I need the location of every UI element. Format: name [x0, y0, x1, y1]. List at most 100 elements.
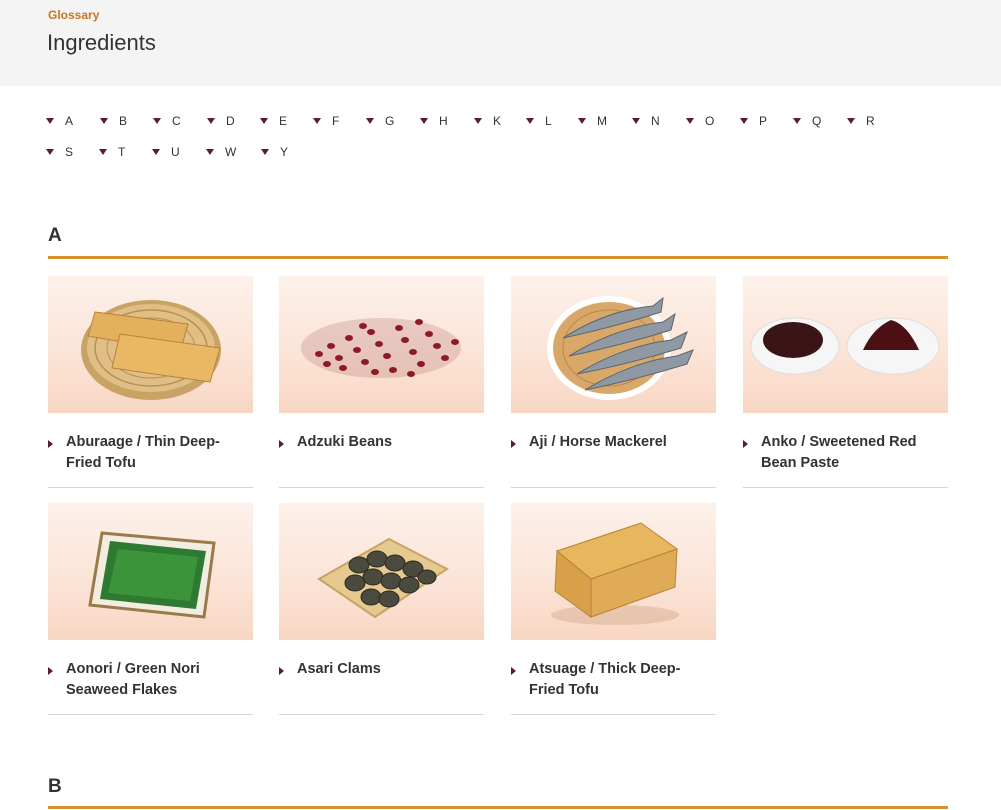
caret-down-icon: [99, 149, 107, 155]
caret-down-icon: [261, 149, 269, 155]
section-divider: [48, 256, 948, 259]
anko-photo: [743, 276, 948, 413]
caret-down-icon: [313, 118, 321, 124]
aji-photo: [511, 276, 716, 413]
section-divider: [48, 806, 948, 809]
caret-down-icon: [578, 118, 586, 124]
caret-down-icon: [474, 118, 482, 124]
alpha-link-p[interactable]: P: [740, 112, 767, 130]
caret-right-icon: [48, 667, 53, 675]
alpha-link-q[interactable]: Q: [793, 112, 821, 130]
caret-right-icon: [511, 440, 516, 448]
ingredient-card-aonori[interactable]: Aonori / Green Nori Seaweed Flakes: [48, 503, 253, 715]
alpha-letter: O: [705, 114, 715, 128]
ingredient-label: Asari Clams: [297, 661, 381, 677]
caret-down-icon: [847, 118, 855, 124]
adzuki-photo: [279, 276, 484, 413]
caret-right-icon: [511, 667, 516, 675]
ingredient-card-aji[interactable]: Aji / Horse Mackerel: [511, 276, 716, 488]
caret-right-icon: [279, 667, 284, 675]
caret-down-icon: [207, 118, 215, 124]
ingredient-label: Atsuage / Thick Deep-Fried Tofu: [529, 661, 681, 698]
alpha-letter: P: [759, 114, 768, 128]
alpha-letter: Q: [812, 114, 822, 128]
alpha-link-u[interactable]: U: [152, 143, 180, 161]
alpha-link-e[interactable]: E: [260, 112, 287, 130]
section-heading-b: B: [48, 776, 62, 797]
alpha-letter: S: [65, 145, 74, 159]
alpha-letter: H: [439, 114, 448, 128]
aburaage-photo: [48, 276, 253, 413]
caret-down-icon: [420, 118, 428, 124]
alpha-link-a[interactable]: A: [46, 112, 73, 130]
ingredient-label: Anko / Sweetened Red Bean Paste: [761, 434, 917, 471]
alpha-link-r[interactable]: R: [847, 112, 875, 130]
ingredient-label: Adzuki Beans: [297, 434, 393, 450]
alpha-letter: Y: [280, 145, 289, 159]
page-header: Glossary Ingredients: [0, 0, 1001, 86]
caret-down-icon: [260, 118, 268, 124]
caret-down-icon: [740, 118, 748, 124]
alpha-letter: C: [172, 114, 181, 128]
caret-down-icon: [46, 118, 54, 124]
alphabet-row-2: S T U W Y: [46, 143, 946, 174]
caret-right-icon: [279, 440, 284, 448]
alpha-letter: R: [866, 114, 875, 128]
alpha-link-g[interactable]: G: [366, 112, 394, 130]
alpha-link-o[interactable]: O: [686, 112, 714, 130]
ingredient-card-asari[interactable]: Asari Clams: [279, 503, 484, 715]
aonori-photo: [48, 503, 253, 640]
alpha-link-h[interactable]: H: [420, 112, 448, 130]
alpha-link-c[interactable]: C: [153, 112, 181, 130]
ingredient-card-aburaage[interactable]: Aburaage / Thin Deep-Fried Tofu: [48, 276, 253, 488]
section-heading-a: A: [48, 225, 62, 246]
alpha-letter: L: [545, 114, 552, 128]
ingredient-label: Aburaage / Thin Deep-Fried Tofu: [66, 434, 220, 471]
alpha-letter: F: [332, 114, 340, 128]
alpha-letter: W: [225, 145, 237, 159]
alpha-link-t[interactable]: T: [99, 143, 125, 161]
alpha-letter: E: [279, 114, 288, 128]
caret-down-icon: [100, 118, 108, 124]
alpha-letter: N: [651, 114, 660, 128]
alpha-letter: M: [597, 114, 607, 128]
alpha-link-s[interactable]: S: [46, 143, 73, 161]
alpha-letter: B: [119, 114, 128, 128]
caret-down-icon: [632, 118, 640, 124]
alpha-link-d[interactable]: D: [207, 112, 235, 130]
ingredient-card-atsuage[interactable]: Atsuage / Thick Deep-Fried Tofu: [511, 503, 716, 715]
atsuage-photo: [511, 503, 716, 640]
alpha-letter: G: [385, 114, 395, 128]
caret-down-icon: [206, 149, 214, 155]
caret-down-icon: [366, 118, 374, 124]
alpha-letter: K: [493, 114, 502, 128]
caret-down-icon: [152, 149, 160, 155]
alpha-link-w[interactable]: W: [206, 143, 236, 161]
caret-down-icon: [526, 118, 534, 124]
asari-photo: [279, 503, 484, 640]
caret-down-icon: [793, 118, 801, 124]
alpha-link-l[interactable]: L: [526, 112, 552, 130]
caret-down-icon: [46, 149, 54, 155]
alpha-link-y[interactable]: Y: [261, 143, 288, 161]
alphabet-nav: A B C D E F G H K L M N O P Q R S T U W …: [46, 112, 946, 174]
ingredient-label: Aji / Horse Mackerel: [529, 434, 667, 450]
ingredient-card-anko[interactable]: Anko / Sweetened Red Bean Paste: [743, 276, 948, 488]
alpha-link-n[interactable]: N: [632, 112, 660, 130]
alpha-letter: T: [118, 145, 126, 159]
alpha-letter: D: [226, 114, 235, 128]
alphabet-row-1: A B C D E F G H K L M N O P Q R: [46, 112, 946, 143]
caret-down-icon: [686, 118, 694, 124]
page-title: Ingredients: [47, 30, 156, 55]
ingredient-label: Aonori / Green Nori Seaweed Flakes: [66, 661, 200, 698]
alpha-letter: A: [65, 114, 74, 128]
breadcrumb-glossary[interactable]: Glossary: [48, 8, 99, 22]
alpha-link-f[interactable]: F: [313, 112, 339, 130]
caret-down-icon: [153, 118, 161, 124]
caret-right-icon: [743, 440, 748, 448]
caret-right-icon: [48, 440, 53, 448]
alpha-link-b[interactable]: B: [100, 112, 127, 130]
alpha-link-k[interactable]: K: [474, 112, 501, 130]
alpha-link-m[interactable]: M: [578, 112, 607, 130]
ingredient-card-adzuki-beans[interactable]: Adzuki Beans: [279, 276, 484, 488]
